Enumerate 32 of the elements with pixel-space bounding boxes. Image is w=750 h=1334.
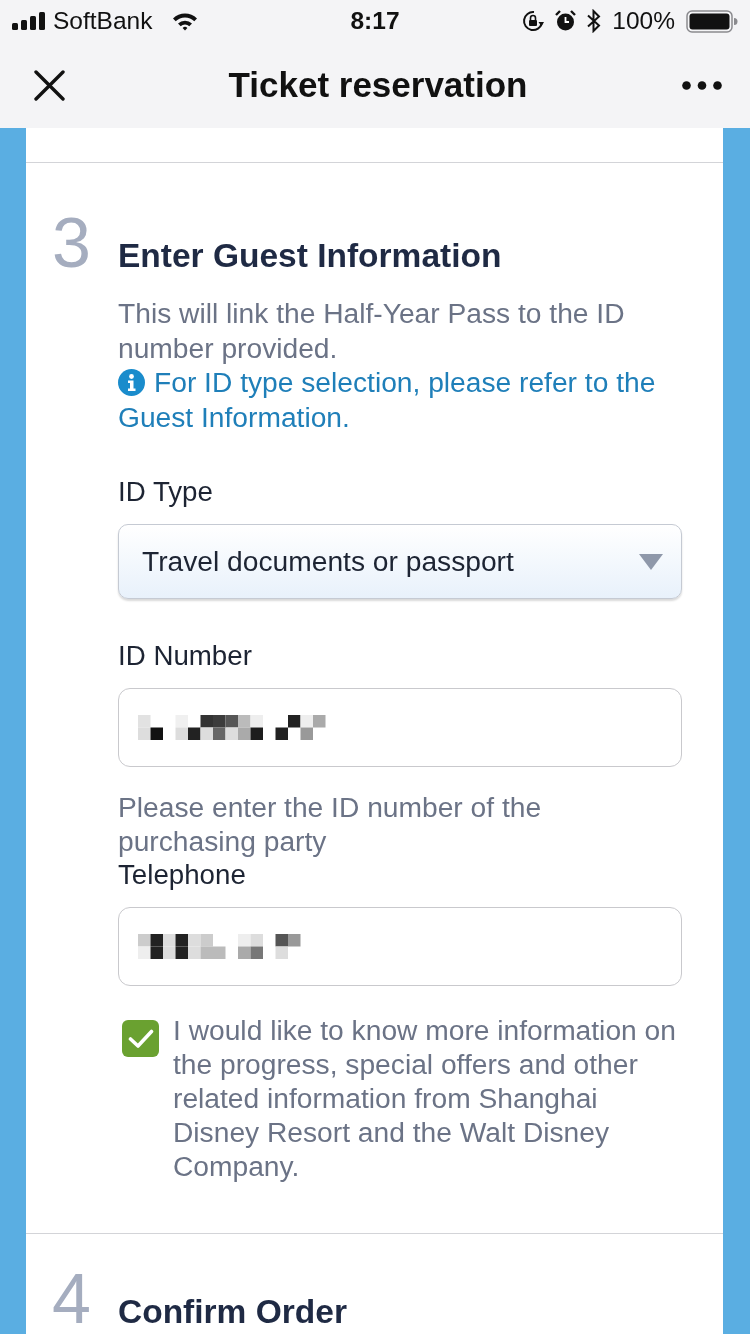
close-button[interactable] (34, 69, 65, 101)
help-text: Please enter the ID number of the purchasing party (118, 790, 543, 858)
field-label: ID Type (118, 475, 214, 509)
page-title: Ticket reservation (228, 64, 528, 106)
bluetooth-icon (587, 9, 602, 33)
consent-text: I would like to know more information on the progress, special offers and other related information from Shanghai Disney Resort and the Walt Disney Company. (173, 1013, 677, 1183)
alarm-clock-icon (555, 10, 577, 32)
battery-icon (686, 9, 738, 33)
close-icon (34, 69, 65, 101)
input-field[interactable] (118, 907, 682, 986)
field-label: Telephone (118, 858, 247, 892)
carrier-name: SoftBank (53, 6, 153, 36)
status-time: 8:17 (350, 6, 400, 36)
step-number: 4 (52, 1271, 92, 1327)
step-number: 3 (52, 215, 92, 271)
field-label: ID Number (118, 639, 253, 673)
signal-icon (12, 12, 46, 30)
battery-percent: 100% (612, 6, 675, 36)
description-text: This will link the Half-Year Pass to the ID number provided. (118, 296, 626, 365)
more-button[interactable] (682, 80, 722, 90)
caret-icon (639, 553, 663, 570)
input-field[interactable] (118, 688, 682, 767)
id-type-select[interactable]: Travel documents or passport (118, 524, 682, 599)
section-heading: Confirm Order (118, 1293, 347, 1331)
rotation-lock-icon (522, 10, 545, 32)
section-heading: Enter Guest Information (118, 237, 502, 275)
consent-checkbox[interactable] (122, 1020, 159, 1057)
info-icon (118, 369, 145, 396)
wifi-icon (172, 11, 199, 31)
more-icon (682, 80, 722, 90)
tick-icon (127, 1028, 154, 1049)
guest-info-link[interactable]: For ID type selection, please refer to the Guest Information. (118, 365, 682, 435)
